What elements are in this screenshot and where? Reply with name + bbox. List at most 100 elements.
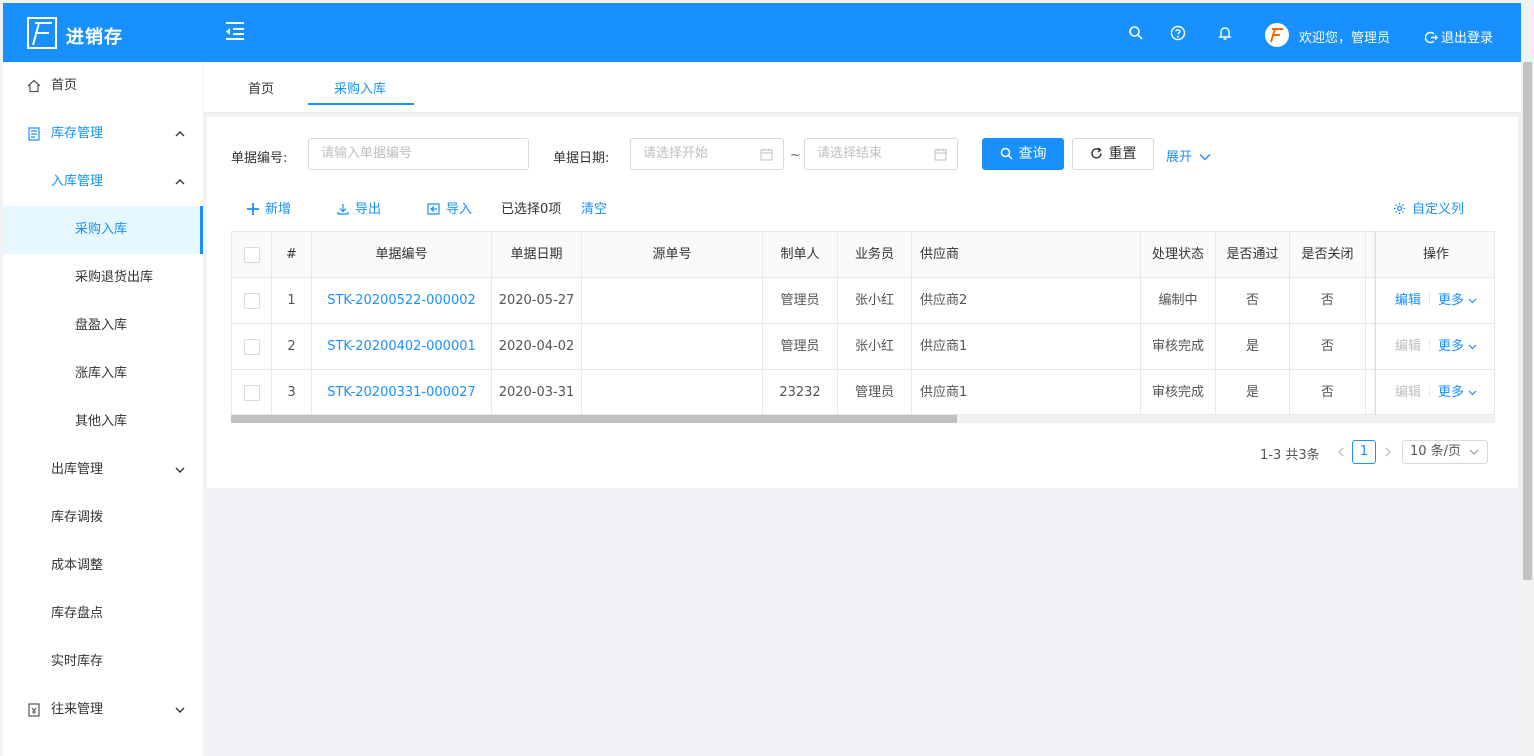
- welcome-text[interactable]: 欢迎您，管理员: [1299, 27, 1390, 46]
- tab-home[interactable]: 首页: [248, 78, 274, 97]
- bill-no-link[interactable]: STK-20200402-000001: [312, 324, 492, 370]
- help-icon[interactable]: [1170, 25, 1186, 41]
- more-dropdown[interactable]: 更多: [1438, 293, 1477, 308]
- import-button[interactable]: 导入: [427, 198, 472, 217]
- sidebar-item-label: 入库管理: [51, 174, 104, 189]
- clear-selection-link[interactable]: 清空: [581, 198, 607, 217]
- bill-no-label: 单据编号:: [231, 151, 288, 166]
- select-all-cell[interactable]: [232, 232, 272, 278]
- sidebar-item-stocktake[interactable]: 库存盘点: [3, 590, 203, 638]
- end-date-input[interactable]: 请选择结束: [804, 138, 958, 170]
- sidebar-item-other-inbound[interactable]: 其他入库: [3, 398, 203, 446]
- column-header[interactable]: 单据编号: [312, 232, 492, 278]
- sidebar-item-increase-inbound[interactable]: 涨库入库: [3, 350, 203, 398]
- column-header[interactable]: 制单人: [763, 232, 838, 278]
- logout-label: 退出登录: [1441, 31, 1494, 46]
- row-select-cell[interactable]: [232, 370, 272, 414]
- row-actions: 编辑 更多: [1376, 324, 1494, 370]
- bell-icon[interactable]: [1217, 25, 1233, 41]
- avatar[interactable]: [1265, 23, 1289, 47]
- bill-no-input[interactable]: 请输入单据编号: [308, 138, 529, 170]
- chevron-up-icon: [175, 131, 185, 137]
- edit-link[interactable]: 编辑: [1395, 293, 1421, 308]
- sidebar-item-label: 其他入库: [75, 414, 128, 429]
- page-size-select[interactable]: 10 条/页: [1402, 440, 1488, 464]
- selected-count: 已选择0项: [501, 202, 562, 217]
- tab-purchase-inbound[interactable]: 采购入库: [334, 78, 386, 97]
- sidebar-item-inventory[interactable]: 库存管理: [3, 110, 203, 158]
- prev-page-icon[interactable]: [1336, 446, 1346, 458]
- source-no: [582, 324, 763, 370]
- export-button[interactable]: 导出: [337, 198, 381, 217]
- sidebar-item-purchase-inbound[interactable]: 采购入库: [3, 206, 203, 254]
- column-header[interactable]: 业务员: [838, 232, 912, 278]
- column-header[interactable]: 是否通过: [1216, 232, 1290, 278]
- row-select-cell[interactable]: [232, 324, 272, 370]
- sidebar-item-surplus-inbound[interactable]: 盘盈入库: [3, 302, 203, 350]
- column-header: 操作: [1376, 232, 1494, 278]
- column-header[interactable]: 是否关闭: [1290, 232, 1366, 278]
- column-header[interactable]: 处理状态: [1141, 232, 1216, 278]
- end-date-placeholder: 请选择结束: [817, 146, 883, 161]
- sidebar-item-realtime-stock[interactable]: 实时库存: [3, 638, 203, 686]
- search-button[interactable]: 查询: [982, 138, 1064, 170]
- ledger-icon: [28, 703, 40, 717]
- column-header[interactable]: 单据日期: [492, 232, 582, 278]
- sidebar-item-label: 涨库入库: [75, 366, 128, 381]
- source-no: [582, 278, 763, 324]
- sidebar-item-purchase-return[interactable]: 采购退货出库: [3, 254, 203, 302]
- bill-date: 2020-04-02: [492, 324, 582, 370]
- start-date-input[interactable]: 请选择开始: [630, 138, 784, 170]
- status: 审核完成: [1141, 370, 1216, 414]
- app-title: 进销存: [66, 27, 123, 48]
- more-label: 更多: [1438, 385, 1465, 400]
- sidebar-item-label: 出库管理: [51, 462, 104, 477]
- supplier: 供应商1: [912, 370, 1141, 414]
- page-number-current[interactable]: 1: [1352, 440, 1376, 464]
- sidebar-item-transfer[interactable]: 库存调拨: [3, 494, 203, 542]
- sidebar-item-inbound[interactable]: 入库管理: [3, 158, 203, 206]
- sidebar-item-home[interactable]: 首页: [3, 62, 203, 110]
- action-divider: [1429, 385, 1430, 397]
- chevron-up-icon: [175, 179, 185, 185]
- menu-fold-icon[interactable]: [224, 21, 246, 41]
- sidebar-item-label: 盘盈入库: [75, 318, 128, 333]
- logout-button[interactable]: 退出登录: [1425, 27, 1493, 46]
- supplier: 供应商2: [912, 278, 1141, 324]
- column-header[interactable]: 源单号: [582, 232, 763, 278]
- bill-no-link[interactable]: STK-20200522-000002: [312, 278, 492, 324]
- row-checkbox[interactable]: [243, 384, 260, 401]
- chevron-down-icon: [175, 707, 185, 713]
- source-no: [582, 370, 763, 414]
- select-all-checkbox[interactable]: [243, 246, 260, 263]
- sidebar-item-label: 首页: [51, 78, 78, 93]
- chevron-down-icon: [1468, 298, 1477, 304]
- bill-no-link[interactable]: STK-20200331-000027: [312, 370, 492, 414]
- add-button[interactable]: 新增: [247, 198, 291, 217]
- reset-button[interactable]: 重置: [1072, 138, 1154, 170]
- table-scroll-thumb[interactable]: [231, 415, 957, 423]
- status: 审核完成: [1141, 324, 1216, 370]
- row-checkbox[interactable]: [243, 338, 260, 355]
- more-dropdown[interactable]: 更多: [1438, 385, 1477, 400]
- column-header[interactable]: 供应商: [912, 232, 1141, 278]
- sidebar-item-outbound[interactable]: 出库管理: [3, 446, 203, 494]
- next-page-icon[interactable]: [1383, 446, 1393, 458]
- page-scroll-thumb[interactable]: [1523, 62, 1532, 580]
- sidebar-item-ledger[interactable]: 往来管理: [3, 686, 203, 734]
- edit-link-disabled: 编辑: [1394, 385, 1421, 400]
- add-label: 新增: [265, 202, 292, 217]
- data-table: # 单据编号 单据日期 源单号 制单人 业务员 供应商 处理状态 是否通过 是否…: [231, 231, 1495, 415]
- expand-filters-link[interactable]: 展开: [1166, 146, 1211, 165]
- more-dropdown[interactable]: 更多: [1438, 339, 1477, 354]
- row-select-cell[interactable]: [232, 278, 272, 324]
- download-icon: [337, 204, 349, 215]
- sidebar-item-cost-adjust[interactable]: 成本调整: [3, 542, 203, 590]
- maker: 管理员: [763, 324, 838, 370]
- column-header: #: [272, 232, 312, 278]
- maker: 管理员: [763, 278, 838, 324]
- row-index: 1: [272, 278, 312, 324]
- row-checkbox[interactable]: [243, 292, 260, 309]
- search-icon[interactable]: [1128, 25, 1144, 41]
- custom-columns-button[interactable]: 自定义列: [1393, 198, 1464, 217]
